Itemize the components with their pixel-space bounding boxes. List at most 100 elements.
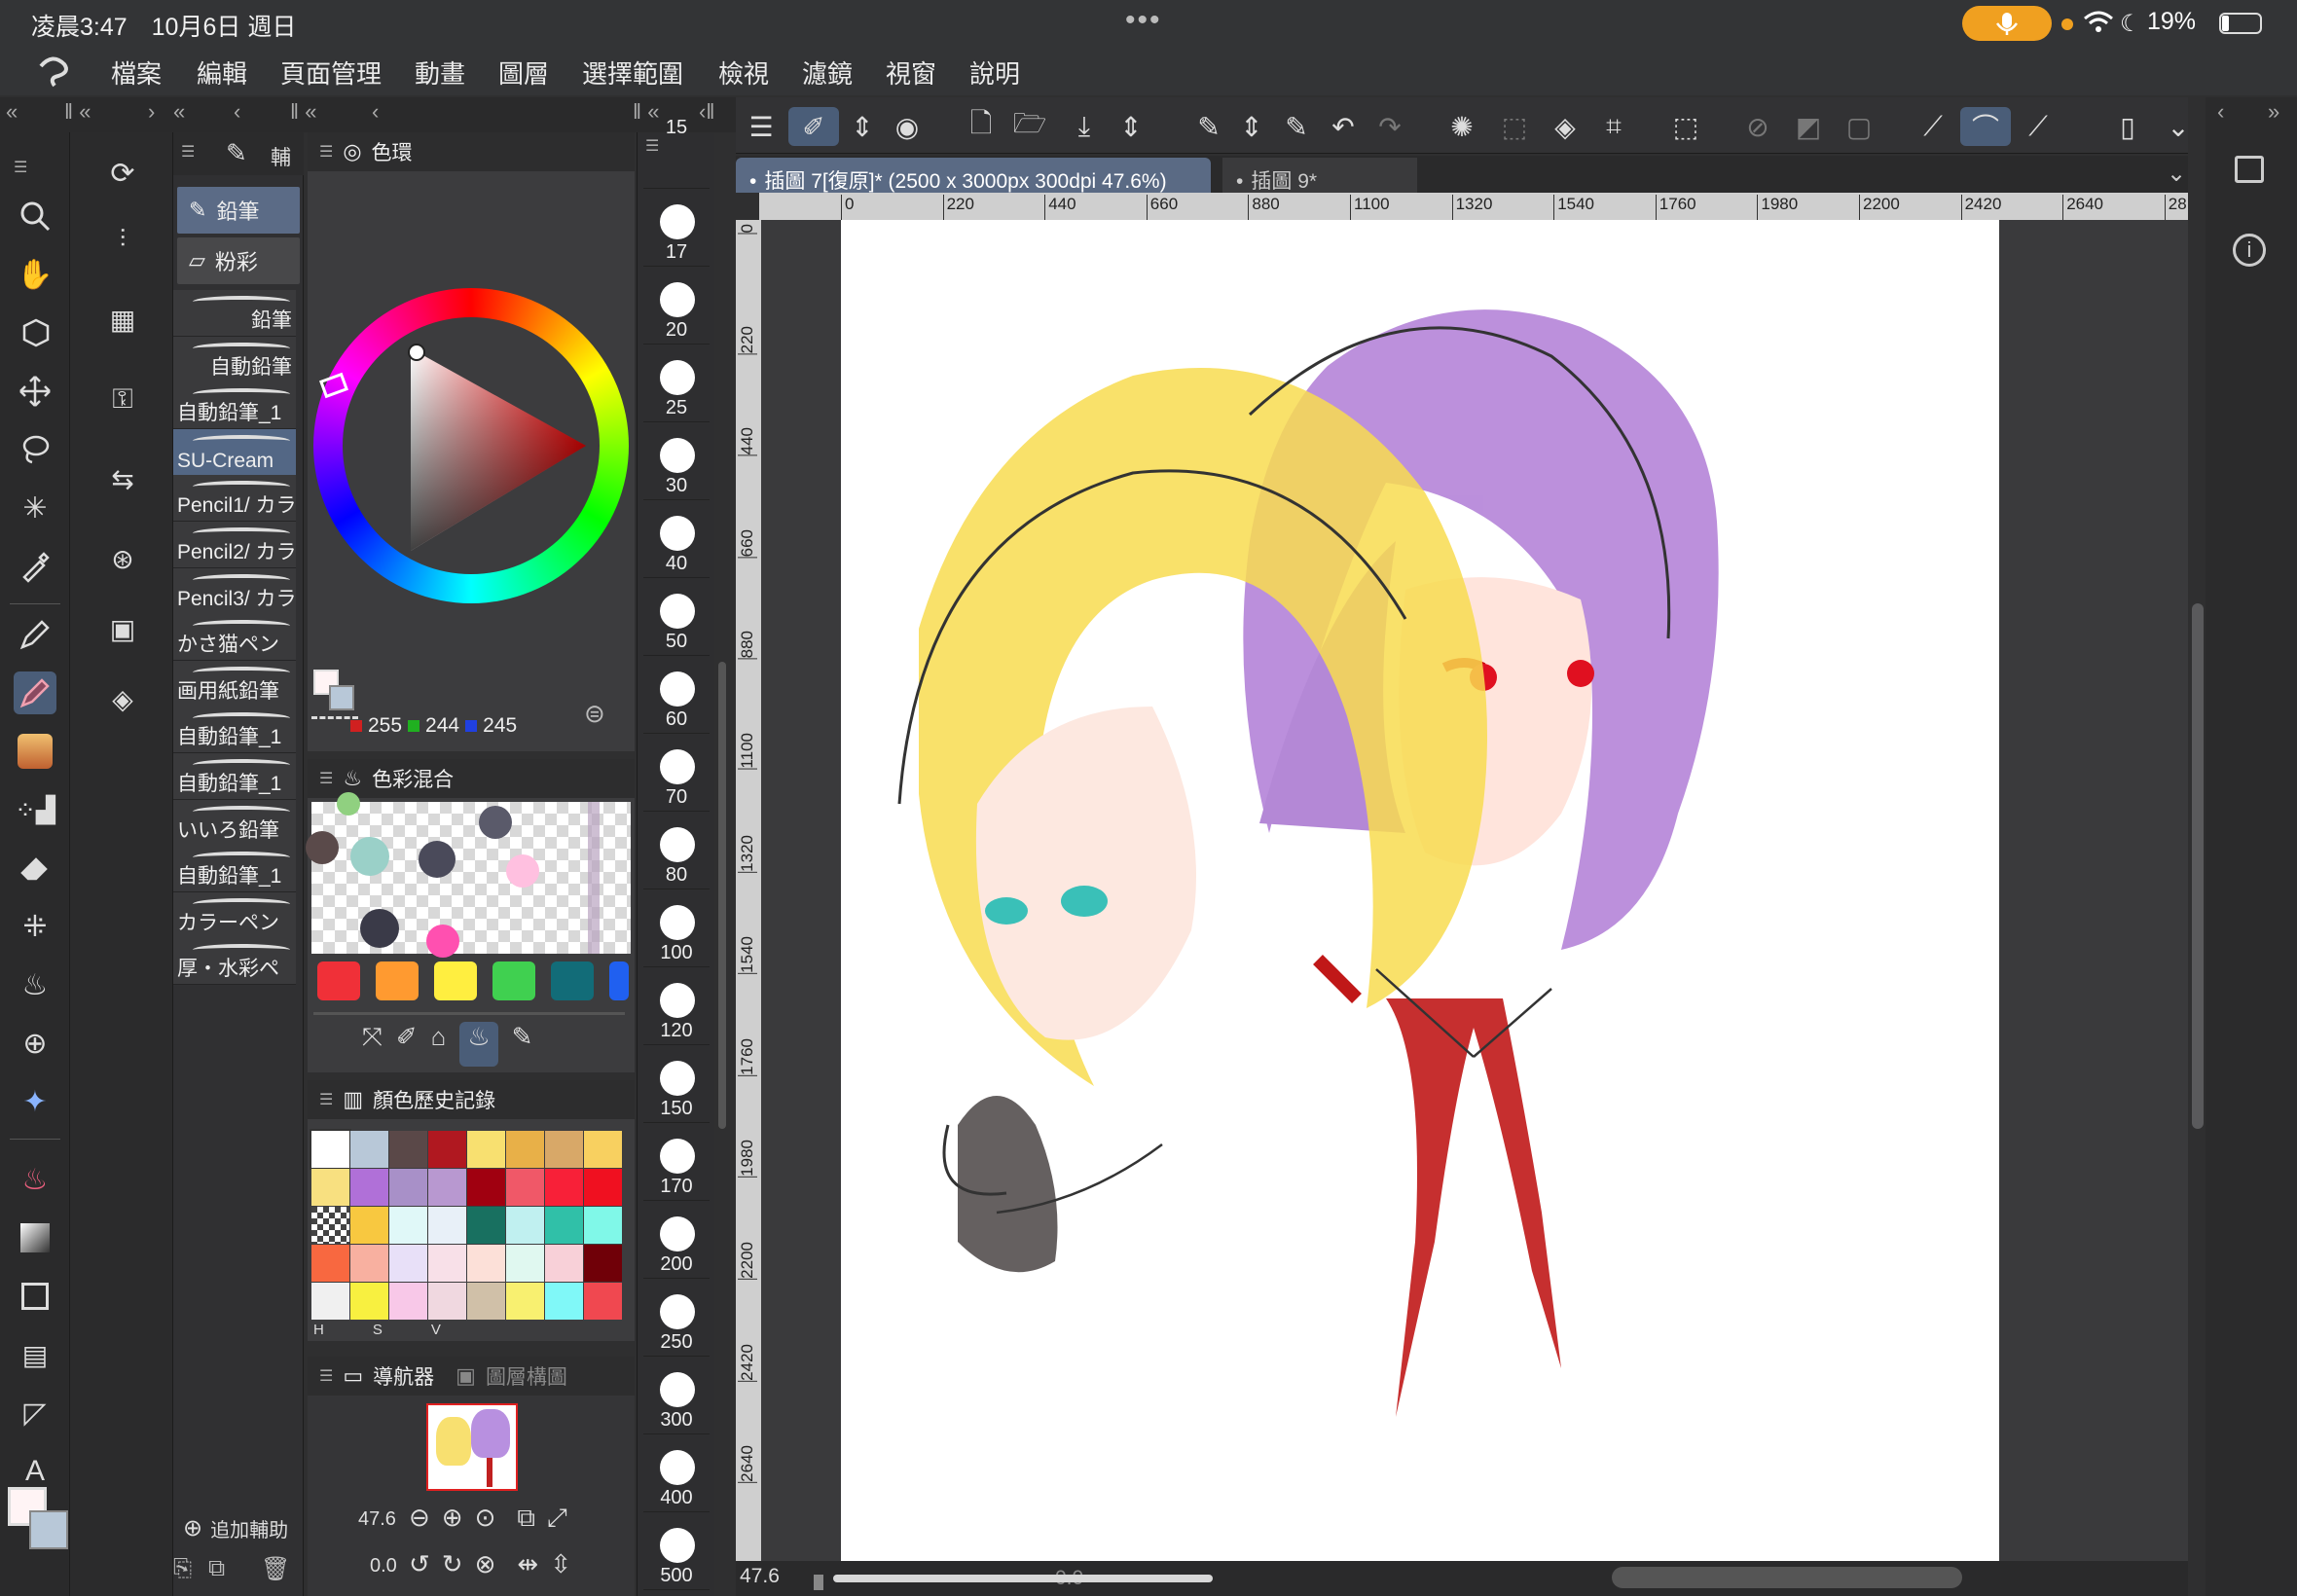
material-icon[interactable]: ⚿ bbox=[103, 380, 142, 418]
menu-help[interactable]: 說明 bbox=[969, 54, 1020, 91]
size-scrollbar[interactable] bbox=[718, 662, 726, 1129]
mix-swatch-blue[interactable] bbox=[609, 961, 629, 1000]
invert-selection-icon[interactable]: ◩ bbox=[1789, 107, 1828, 146]
select-all-icon[interactable]: ⬚ bbox=[1666, 107, 1705, 146]
brush-item[interactable]: カラーペン bbox=[173, 891, 296, 939]
eyedropper-cmd-icon-2[interactable]: ✎ bbox=[1277, 107, 1316, 146]
history-swatch[interactable] bbox=[389, 1245, 427, 1282]
app-logo-icon[interactable] bbox=[33, 53, 72, 95]
tab-active-document[interactable]: • 插圖 7[復原]* (2500 x 3000px 300dpi 47.6%) bbox=[736, 158, 1211, 193]
history-swatch[interactable] bbox=[350, 1131, 388, 1168]
color-settings-icon[interactable]: ⊜ bbox=[584, 699, 605, 729]
brush-item[interactable]: 鉛筆 bbox=[173, 290, 296, 337]
menu-file[interactable]: 檔案 bbox=[111, 54, 162, 91]
flip-horizontal-icon[interactable]: ⇹ bbox=[517, 1549, 538, 1579]
pen-icon[interactable] bbox=[14, 613, 56, 656]
rotate-left-icon[interactable]: ↺ bbox=[409, 1549, 430, 1579]
history-swatch[interactable] bbox=[467, 1245, 505, 1282]
smoothing-icon[interactable]: ⌒ bbox=[1960, 107, 2011, 146]
hand-icon[interactable]: ✋ bbox=[14, 253, 56, 296]
panel-menu-icon[interactable]: ☰ bbox=[181, 142, 195, 162]
collapse-icon[interactable]: ‖ « bbox=[290, 99, 316, 125]
chevron-down-icon[interactable]: ⌄ bbox=[2159, 107, 2198, 146]
brush-size-item[interactable]: 170 bbox=[643, 1125, 710, 1201]
layers-icon[interactable]: ◈ bbox=[103, 679, 142, 718]
mix-swatch-red[interactable] bbox=[317, 961, 360, 1000]
bottom-zoom[interactable]: 47.6 bbox=[740, 1565, 780, 1588]
rectangle-icon[interactable] bbox=[14, 1275, 56, 1318]
brush-item[interactable]: 自動鉛筆_1 bbox=[173, 753, 296, 800]
collapse-icon[interactable]: « bbox=[173, 99, 185, 125]
brush-item[interactable]: 自動鉛筆_1 bbox=[173, 846, 296, 893]
menu-selection[interactable]: 選擇範圍 bbox=[582, 54, 683, 91]
brush-size-item[interactable]: 300 bbox=[643, 1359, 710, 1434]
brush-size-item[interactable]: 60 bbox=[643, 658, 710, 734]
brush-size-item[interactable]: 100 bbox=[643, 891, 710, 967]
brush-size-icon[interactable]: ▦ bbox=[103, 300, 142, 339]
subtool-pen-icon[interactable]: ⟳ bbox=[103, 154, 142, 193]
ruler-icon[interactable]: ◸ bbox=[14, 1392, 56, 1434]
history-swatch[interactable] bbox=[350, 1169, 388, 1206]
panel-menu-icon[interactable]: ☰ bbox=[14, 158, 27, 177]
mix-brush-icon[interactable]: ✐ bbox=[396, 1022, 418, 1067]
aux-tab[interactable]: 輔 bbox=[271, 142, 291, 171]
history-swatch[interactable] bbox=[428, 1169, 466, 1206]
fit-window-icon[interactable]: ⧉ bbox=[517, 1503, 535, 1534]
zoom-in-icon[interactable]: ⊕ bbox=[442, 1503, 463, 1534]
flip-vertical-icon[interactable]: ⇳ bbox=[550, 1549, 571, 1579]
history-swatch[interactable] bbox=[311, 1283, 349, 1320]
device-icon[interactable]: ▯ bbox=[2108, 107, 2147, 146]
mix-fill-icon[interactable]: ⌂ bbox=[431, 1022, 447, 1067]
fill-icon[interactable]: ✦ bbox=[14, 1080, 56, 1123]
eraser-icon[interactable] bbox=[14, 847, 56, 889]
brush-size-item[interactable]: 20 bbox=[643, 269, 710, 345]
history-swatch[interactable] bbox=[467, 1283, 505, 1320]
history-swatch[interactable] bbox=[545, 1245, 583, 1282]
zoom-fit-icon[interactable]: ⊙ bbox=[475, 1503, 496, 1534]
brush-item[interactable]: Pencil2/ カラ bbox=[173, 522, 296, 568]
blend-icon[interactable]: ♨ bbox=[14, 963, 56, 1006]
menu-page[interactable]: 頁面管理 bbox=[280, 54, 382, 91]
mix-blend-icon[interactable]: ♨ bbox=[459, 1022, 498, 1067]
updown-icon[interactable]: ⇕ bbox=[843, 107, 882, 146]
brush-size-item[interactable]: 17 bbox=[643, 191, 710, 267]
info-icon[interactable]: i bbox=[2233, 234, 2266, 267]
menu-filter[interactable]: 濾鏡 bbox=[802, 54, 853, 91]
history-swatch[interactable] bbox=[311, 1169, 349, 1206]
history-swatch[interactable] bbox=[467, 1207, 505, 1244]
layer-property-icon[interactable]: ⊛ bbox=[103, 539, 142, 578]
menu-animation[interactable]: 動畫 bbox=[415, 54, 465, 91]
sub-view-icon[interactable]: ⇆ bbox=[103, 459, 142, 498]
gradient-icon[interactable] bbox=[14, 1216, 56, 1259]
rotate-right-icon[interactable]: ↻ bbox=[442, 1549, 463, 1579]
sub-color-swatch[interactable] bbox=[29, 1510, 68, 1549]
brush-item[interactable]: かさ猫ペン bbox=[173, 614, 296, 662]
reset-rotation-icon[interactable]: ⊗ bbox=[475, 1549, 496, 1579]
menu-window[interactable]: 視窗 bbox=[886, 54, 936, 91]
history-swatch[interactable] bbox=[428, 1283, 466, 1320]
new-file-icon[interactable]: 🗋 bbox=[962, 107, 1001, 146]
tab-pastel[interactable]: ▱ 粉彩 bbox=[177, 237, 300, 284]
open-folder-icon[interactable]: 🗁 bbox=[1010, 107, 1049, 146]
nav-zoom-value[interactable]: 47.6 bbox=[358, 1508, 396, 1531]
history-swatch[interactable] bbox=[584, 1207, 622, 1244]
pencil-tab-icon[interactable]: ✎ bbox=[226, 138, 247, 168]
history-swatch[interactable] bbox=[428, 1245, 466, 1282]
brush-size-item[interactable]: 80 bbox=[643, 814, 710, 889]
history-swatch[interactable] bbox=[389, 1131, 427, 1168]
trash-icon[interactable]: 🗑 bbox=[261, 1555, 290, 1583]
image-panel-icon[interactable] bbox=[2235, 156, 2264, 183]
collapse-icon[interactable]: ‹ bbox=[2217, 99, 2224, 125]
zoom-icon[interactable] bbox=[14, 195, 56, 237]
history-swatch[interactable] bbox=[584, 1245, 622, 1282]
collapse-icon[interactable]: ‹ bbox=[234, 99, 240, 125]
collapse-icon[interactable]: ‹ bbox=[372, 99, 379, 125]
history-swatch[interactable] bbox=[311, 1245, 349, 1282]
updown-icon-2[interactable]: ⇕ bbox=[1112, 107, 1150, 146]
deselect-icon[interactable]: ⊘ bbox=[1738, 107, 1777, 146]
object-select-icon[interactable] bbox=[14, 311, 56, 354]
copy-icon[interactable]: ⎘ bbox=[173, 1555, 192, 1582]
brush-size-item[interactable]: 70 bbox=[643, 736, 710, 812]
history-swatch[interactable] bbox=[350, 1207, 388, 1244]
mix-canvas[interactable] bbox=[306, 792, 631, 958]
